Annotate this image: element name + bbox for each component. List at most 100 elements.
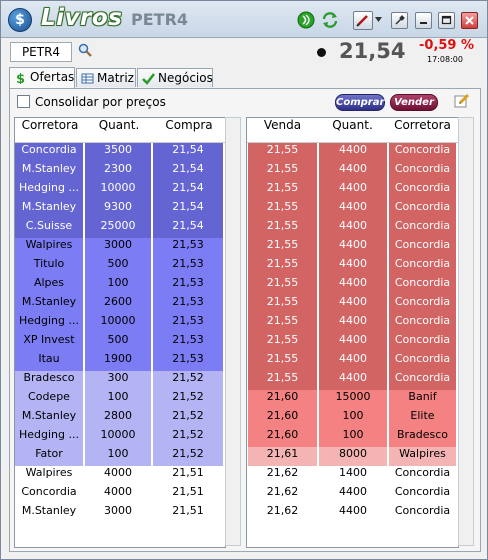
- table-row[interactable]: Itau 1900 21,53: [15, 352, 225, 371]
- table-cell-price: 21,52: [153, 447, 223, 466]
- table-cell-broker: Concordia: [389, 314, 456, 333]
- search-icon[interactable]: [78, 43, 92, 57]
- consolidate-checkbox[interactable]: Consolidar por preços: [17, 95, 166, 109]
- table-cell-qty: 4400: [319, 181, 387, 200]
- title-bar[interactable]: $ Livros PETR4: [1, 1, 487, 38]
- refresh-icon[interactable]: [321, 11, 339, 29]
- sell-button[interactable]: Vender: [390, 94, 438, 111]
- table-row[interactable]: 21,55 4400 Concordia: [247, 333, 458, 352]
- table-row[interactable]: Hedging ... 10000 21,54: [15, 181, 225, 200]
- table-cell-price: 21,52: [153, 409, 223, 428]
- table-row[interactable]: Bradesco 300 21,52: [15, 371, 225, 390]
- table-cell-qty: 2600: [85, 295, 151, 314]
- table-row[interactable]: C.Suisse 25000 21,54: [15, 219, 225, 238]
- dropdown-arrow-icon[interactable]: [374, 15, 383, 24]
- edit-icon[interactable]: [454, 92, 470, 108]
- table-row[interactable]: Hedging ... 10000 21,53: [15, 314, 225, 333]
- table-row[interactable]: 21,55 4400 Concordia: [247, 181, 458, 200]
- table-cell-price: 21,52: [153, 390, 223, 409]
- pin-icon[interactable]: [391, 12, 408, 29]
- table-cell-price: 21,55: [248, 352, 317, 371]
- last-price: 21,54: [339, 39, 406, 63]
- table-row[interactable]: M.Stanley 9300 21,54: [15, 200, 225, 219]
- table-cell-qty: 100: [319, 409, 387, 428]
- maximize-icon[interactable]: [438, 12, 455, 29]
- table-cell-broker: Bradesco: [15, 371, 83, 390]
- table-row[interactable]: 21,62 1400 Concordia: [247, 466, 458, 485]
- buy-button[interactable]: Comprar: [335, 94, 385, 111]
- table-row[interactable]: 21,60 100 Elite: [247, 409, 458, 428]
- table-cell-broker: Concordia: [389, 181, 456, 200]
- table-row[interactable]: XP Invest 500 21,53: [15, 333, 225, 352]
- column-header-broker[interactable]: Corretora: [387, 118, 458, 142]
- table-cell-price: 21,62: [266, 504, 299, 517]
- table-cell-qty: 300: [85, 371, 151, 390]
- table-row[interactable]: 21,55 4400 Concordia: [247, 352, 458, 371]
- table-cell-price: 21,55: [248, 162, 317, 181]
- table-cell-price: 21,55: [248, 219, 317, 238]
- table-row[interactable]: 21,55 4400 Concordia: [247, 276, 458, 295]
- online-icon[interactable]: [297, 11, 315, 29]
- close-icon[interactable]: [461, 12, 478, 29]
- table-cell-qty: 4400: [339, 504, 367, 517]
- column-header-sell-price[interactable]: Venda: [247, 118, 318, 142]
- column-header-buy-price[interactable]: Compra: [153, 118, 225, 142]
- column-header-broker[interactable]: Corretora: [15, 118, 85, 142]
- table-cell-qty: 9300: [85, 200, 151, 219]
- table-cell-qty: 100: [85, 276, 151, 295]
- table-cell-price: 21,55: [248, 371, 317, 390]
- table-cell-qty: 100: [319, 428, 387, 447]
- table-row[interactable]: 21,60 100 Bradesco: [247, 428, 458, 447]
- table-cell-qty: 4400: [319, 371, 387, 390]
- dollar-logo-icon: $: [8, 8, 32, 32]
- column-header-quantity[interactable]: Quant.: [318, 118, 387, 142]
- table-cell-qty: 25000: [85, 219, 151, 238]
- table-row[interactable]: 21,55 4400 Concordia: [247, 200, 458, 219]
- column-header-quantity[interactable]: Quant.: [85, 118, 153, 142]
- table-row[interactable]: Codepe 100 21,52: [15, 390, 225, 409]
- table-row[interactable]: M.Stanley 3000 21,51: [15, 504, 225, 523]
- table-row[interactable]: 21,55 4400 Concordia: [247, 162, 458, 181]
- tab-matriz[interactable]: Matriz: [76, 68, 136, 87]
- table-cell-broker: Concordia: [21, 485, 77, 498]
- table-cell-price: 21,55: [248, 143, 317, 162]
- checkbox-box[interactable]: [17, 95, 30, 108]
- table-row[interactable]: Concordia 3500 21,54: [15, 143, 225, 162]
- table-cell-qty: 4400: [319, 238, 387, 257]
- table-cell-price: 21,60: [248, 390, 317, 409]
- table-row[interactable]: 21,61 8000 Walpires: [247, 447, 458, 466]
- table-row[interactable]: M.Stanley 2300 21,54: [15, 162, 225, 181]
- table-row[interactable]: 21,55 4400 Concordia: [247, 238, 458, 257]
- table-row[interactable]: 21,55 4400 Concordia: [247, 314, 458, 333]
- table-row[interactable]: M.Stanley 2600 21,53: [15, 295, 225, 314]
- table-cell-price: 21,51: [172, 504, 204, 517]
- table-cell-price: 21,54: [153, 162, 223, 181]
- table-row[interactable]: 21,55 4400 Concordia: [247, 257, 458, 276]
- table-row[interactable]: Walpires 3000 21,53: [15, 238, 225, 257]
- table-row[interactable]: Hedging ... 10000 21,52: [15, 428, 225, 447]
- table-row[interactable]: 21,55 4400 Concordia: [247, 219, 458, 238]
- table-row[interactable]: 21,62 4400 Concordia: [247, 485, 458, 504]
- minimize-icon[interactable]: [415, 12, 432, 29]
- sell-book-scrollbar[interactable]: [458, 117, 474, 546]
- table-row[interactable]: 21,60 15000 Banif: [247, 390, 458, 409]
- table-row[interactable]: Titulo 500 21,53: [15, 257, 225, 276]
- tab-ofertas[interactable]: $ Ofertas: [9, 67, 75, 88]
- table-row[interactable]: 21,62 4400 Concordia: [247, 504, 458, 523]
- tab-negocios[interactable]: Negócios: [137, 68, 213, 87]
- buy-book-scrollbar[interactable]: [225, 117, 241, 546]
- table-row[interactable]: Alpes 100 21,53: [15, 276, 225, 295]
- table-cell-qty: 4400: [319, 314, 387, 333]
- svg-text:$: $: [16, 72, 25, 84]
- table-row[interactable]: Walpires 4000 21,51: [15, 466, 225, 485]
- table-row[interactable]: 21,55 4400 Concordia: [247, 295, 458, 314]
- table-cell-broker: Alpes: [15, 276, 83, 295]
- ticker-input[interactable]: PETR4: [10, 42, 72, 62]
- table-row[interactable]: Concordia 4000 21,51: [15, 485, 225, 504]
- table-row[interactable]: 21,55 4400 Concordia: [247, 143, 458, 162]
- table-cell-broker: Concordia: [389, 371, 456, 390]
- table-row[interactable]: Fator 100 21,52: [15, 447, 225, 466]
- chart-tool-icon[interactable]: [353, 11, 373, 30]
- table-row[interactable]: 21,55 4400 Concordia: [247, 371, 458, 390]
- table-row[interactable]: M.Stanley 2800 21,52: [15, 409, 225, 428]
